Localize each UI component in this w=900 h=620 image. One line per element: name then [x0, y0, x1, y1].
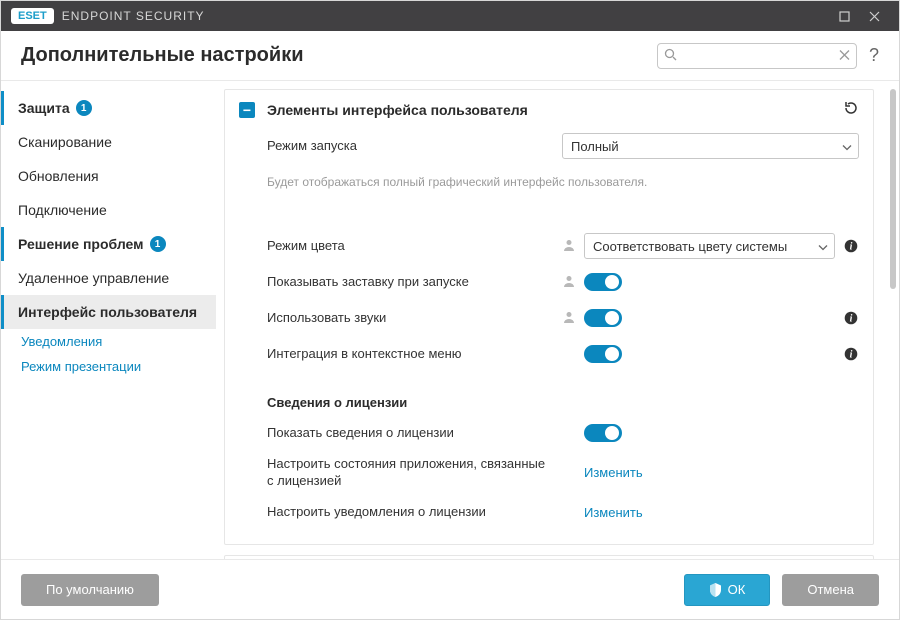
revert-button[interactable] [843, 100, 859, 119]
row-use-sounds: Использовать звуки i [267, 305, 859, 331]
badge: 1 [76, 100, 92, 116]
product-name: ENDPOINT SECURITY [62, 9, 205, 23]
label: Интеграция в контекстное меню [267, 346, 552, 363]
user-icon [562, 310, 576, 327]
panel-header-ui[interactable]: − Элементы интерфейса пользователя [225, 90, 873, 129]
sidebar-item-remote[interactable]: Удаленное управление [1, 261, 216, 295]
show-license-toggle[interactable] [584, 424, 622, 442]
info-button[interactable]: i [843, 346, 859, 362]
ok-label: ОК [728, 582, 746, 597]
user-icon [562, 238, 576, 255]
settings-header: Дополнительные настройки ? [1, 31, 899, 81]
label: Режим запуска [267, 138, 552, 155]
color-mode-select[interactable]: Соответствовать цвету системы [584, 233, 835, 259]
content-scrollbar[interactable] [890, 89, 896, 551]
edit-app-states-link[interactable]: Изменить [584, 465, 643, 480]
show-splash-toggle[interactable] [584, 273, 622, 291]
sidebar-item-label: Удаленное управление [18, 270, 169, 286]
use-sounds-toggle[interactable] [584, 309, 622, 327]
sidebar-item-troubleshoot[interactable]: Решение проблем 1 [1, 227, 216, 261]
sidebar-item-label: Защита [18, 100, 70, 116]
label: Использовать звуки [267, 310, 552, 327]
sidebar-item-updates[interactable]: Обновления [1, 159, 216, 193]
label: Режим цвета [267, 238, 552, 255]
sidebar-item-label: Обновления [18, 168, 99, 184]
default-button[interactable]: По умолчанию [21, 574, 159, 606]
user-icon [562, 274, 576, 291]
sidebar: Защита 1 Сканирование Обновления Подключ… [1, 81, 216, 559]
sidebar-item-label: Интерфейс пользователя [18, 304, 197, 320]
ok-button[interactable]: ОК [684, 574, 771, 606]
row-show-splash: Показывать заставку при запуске [267, 269, 859, 295]
sidebar-item-scanning[interactable]: Сканирование [1, 125, 216, 159]
close-icon [869, 11, 880, 22]
row-startup-mode: Режим запуска Полный [267, 133, 859, 159]
sidebar-sub-notifications[interactable]: Уведомления [1, 329, 216, 354]
info-button[interactable]: i [843, 238, 859, 254]
scrollbar-thumb[interactable] [890, 89, 896, 289]
row-show-license: Показать сведения о лицензии [267, 420, 859, 446]
sidebar-item-connection[interactable]: Подключение [1, 193, 216, 227]
startup-mode-select[interactable]: Полный [562, 133, 859, 159]
chevron-down-icon [818, 239, 828, 254]
footer: По умолчанию ОК Отмена [1, 559, 899, 619]
context-menu-toggle[interactable] [584, 345, 622, 363]
row-color-mode: Режим цвета Соответствовать цвету систем… [267, 233, 859, 259]
search-icon [664, 48, 677, 64]
label: Настроить состояния приложения, связанны… [267, 456, 552, 490]
sidebar-item-label: Сканирование [18, 134, 112, 150]
window-maximize-button[interactable] [829, 1, 859, 31]
badge: 1 [150, 236, 166, 252]
maximize-icon [839, 11, 850, 22]
collapse-icon: − [239, 102, 255, 118]
page-title: Дополнительные настройки [21, 44, 304, 67]
main-area: Защита 1 Сканирование Обновления Подключ… [1, 81, 899, 559]
panel-body-ui: Режим запуска Полный Будет отображаться … [225, 129, 873, 544]
svg-text:i: i [850, 314, 853, 325]
label: Показать сведения о лицензии [267, 425, 552, 442]
titlebar: ESET ENDPOINT SECURITY [1, 1, 899, 31]
cancel-button[interactable]: Отмена [782, 574, 879, 606]
search-input[interactable] [657, 43, 857, 69]
row-startup-desc: Будет отображаться полный графический ин… [267, 169, 859, 195]
clear-search-button[interactable] [839, 48, 850, 63]
svg-text:i: i [850, 242, 853, 253]
sidebar-item-protection[interactable]: Защита 1 [1, 91, 216, 125]
help-button[interactable]: ? [869, 45, 879, 66]
select-value: Соответствовать цвету системы [593, 239, 787, 254]
panel-title: Элементы интерфейса пользователя [267, 102, 821, 118]
select-value: Полный [571, 139, 619, 154]
row-license-notif: Настроить уведомления о лицензии Изменит… [267, 500, 859, 526]
search-box [657, 43, 857, 69]
panel-ui-elements: − Элементы интерфейса пользователя Режим… [224, 89, 874, 545]
sidebar-item-ui[interactable]: Интерфейс пользователя [1, 295, 216, 329]
chevron-down-icon [842, 139, 852, 154]
sidebar-sub-presentation[interactable]: Режим презентации [1, 354, 216, 379]
row-context-menu: Интеграция в контекстное меню i [267, 341, 859, 367]
logo-eset: ESET [11, 8, 54, 24]
sidebar-item-label: Решение проблем [18, 236, 144, 252]
license-section-title: Сведения о лицензии [267, 395, 859, 410]
edit-license-notif-link[interactable]: Изменить [584, 505, 643, 520]
window-close-button[interactable] [859, 1, 889, 31]
shield-icon [709, 583, 722, 597]
description-text: Будет отображаться полный графический ин… [267, 175, 859, 189]
info-button[interactable]: i [843, 310, 859, 326]
sidebar-item-label: Подключение [18, 202, 107, 218]
row-app-states: Настроить состояния приложения, связанны… [267, 456, 859, 490]
content: − Элементы интерфейса пользователя Режим… [216, 81, 890, 559]
label: Показывать заставку при запуске [267, 274, 552, 291]
label: Настроить уведомления о лицензии [267, 504, 552, 521]
svg-text:i: i [850, 350, 853, 361]
revert-icon [843, 100, 859, 116]
